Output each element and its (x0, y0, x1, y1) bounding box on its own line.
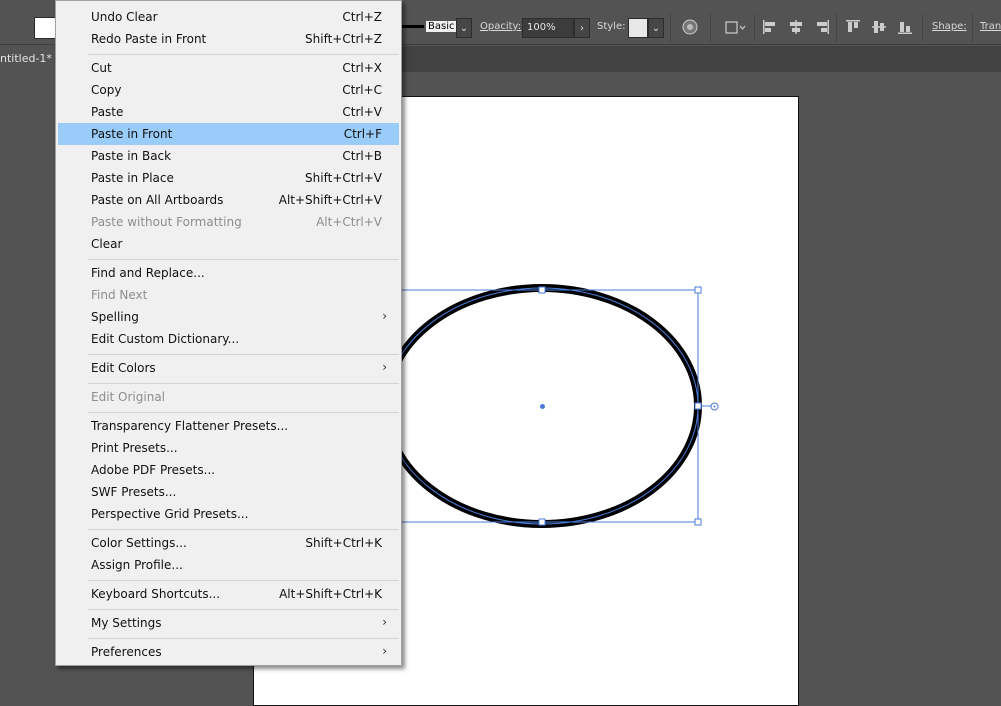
menu-item-label: Paste (91, 105, 124, 119)
submenu-chevron-right-icon: › (382, 309, 387, 323)
menu-item-label: Print Presets... (91, 441, 178, 455)
center-point (540, 404, 545, 409)
menu-item-paste-in-place[interactable]: Paste in Place Shift+Ctrl+V (58, 167, 399, 189)
menu-item-swf-presets[interactable]: SWF Presets... (58, 481, 399, 503)
menu-item-shortcut: Shift+Ctrl+V (305, 171, 382, 185)
menu-item-label: Edit Original (91, 390, 166, 404)
menu-item-label: Paste on All Artboards (91, 193, 224, 207)
menu-item-spelling[interactable]: Spelling › (58, 306, 399, 328)
menu-item-shortcut: Alt+Shift+Ctrl+V (278, 193, 382, 207)
menu-item-shortcut: Ctrl+B (342, 149, 382, 163)
menu-item-perspective-grid-presets[interactable]: Perspective Grid Presets... (58, 503, 399, 525)
menu-item-shortcut: Ctrl+V (342, 105, 382, 119)
submenu-chevron-right-icon: › (382, 644, 387, 658)
menu-item-cut[interactable]: Cut Ctrl+X (58, 57, 399, 79)
menu-item-shortcut: Ctrl+F (343, 127, 382, 141)
menu-item-shortcut: Ctrl+X (342, 61, 382, 75)
menu-item-find-and-replace[interactable]: Find and Replace... (58, 262, 399, 284)
menu-item-label: Find Next (91, 288, 148, 302)
menu-item-label: Paste in Place (91, 171, 174, 185)
menu-item-edit-original[interactable]: Edit Original (58, 386, 399, 408)
menu-item-label: Color Settings... (91, 536, 187, 550)
menu-item-label: Undo Clear (91, 10, 158, 24)
bottom-right-handle[interactable] (694, 518, 702, 526)
bottom-center-handle[interactable] (538, 518, 546, 526)
top-right-handle[interactable] (694, 286, 702, 294)
menu-item-preferences[interactable]: Preferences › (58, 641, 399, 663)
menu-item-label: Transparency Flattener Presets... (91, 419, 289, 433)
menu-item-assign-profile[interactable]: Assign Profile... (58, 554, 399, 576)
menu-item-label: Clear (91, 237, 123, 251)
menu-item-edit-custom-dictionary[interactable]: Edit Custom Dictionary... (58, 328, 399, 350)
menu-separator (88, 259, 399, 260)
menu-item-label: Copy (91, 83, 122, 97)
menu-item-my-settings[interactable]: My Settings › (58, 612, 399, 634)
menu-item-label: SWF Presets... (91, 485, 177, 499)
menu-item-find-next[interactable]: Find Next (58, 284, 399, 306)
menu-item-copy[interactable]: Copy Ctrl+C (58, 79, 399, 101)
menu-separator (88, 383, 399, 384)
menu-item-shortcut: Ctrl+C (342, 83, 382, 97)
menu-separator (88, 54, 399, 55)
menu-item-paste[interactable]: Paste Ctrl+V (58, 101, 399, 123)
menu-item-keyboard-shortcuts[interactable]: Keyboard Shortcuts... Alt+Shift+Ctrl+K (58, 583, 399, 605)
menu-item-label: My Settings (91, 616, 162, 630)
menu-item-label: Edit Custom Dictionary... (91, 332, 240, 346)
menu-item-shortcut: Alt+Shift+Ctrl+K (279, 587, 382, 601)
menu-item-label: Keyboard Shortcuts... (91, 587, 221, 601)
submenu-chevron-right-icon: › (382, 360, 387, 374)
menu-separator (88, 529, 399, 530)
submenu-chevron-right-icon: › (382, 615, 387, 629)
pie-widget-dot (713, 405, 716, 408)
menu-item-paste-in-back[interactable]: Paste in Back Ctrl+B (58, 145, 399, 167)
menu-item-shortcut: Shift+Ctrl+K (305, 536, 382, 550)
menu-item-label: Adobe PDF Presets... (91, 463, 216, 477)
menu-item-print-presets[interactable]: Print Presets... (58, 437, 399, 459)
menu-item-paste-without-formatting[interactable]: Paste without Formatting Alt+Ctrl+V (58, 211, 399, 233)
menu-item-label: Paste in Back (91, 149, 172, 163)
menu-separator (88, 580, 399, 581)
menu-item-paste-on-all-artboards[interactable]: Paste on All Artboards Alt+Shift+Ctrl+V (58, 189, 399, 211)
menu-item-adobe-pdf-presets[interactable]: Adobe PDF Presets... (58, 459, 399, 481)
menu-item-undo-clear[interactable]: Undo Clear Ctrl+Z (58, 6, 399, 28)
menu-separator (88, 354, 399, 355)
top-center-handle[interactable] (538, 286, 546, 294)
menu-item-clear[interactable]: Clear (58, 233, 399, 255)
menu-item-label: Spelling (91, 310, 139, 324)
menu-item-label: Assign Profile... (91, 558, 183, 572)
menu-separator (88, 609, 399, 610)
menu-item-edit-colors[interactable]: Edit Colors › (58, 357, 399, 379)
menu-item-color-settings[interactable]: Color Settings... Shift+Ctrl+K (58, 532, 399, 554)
middle-right-handle[interactable] (694, 402, 702, 410)
edit-menu: Undo Clear Ctrl+Z Redo Paste in Front Sh… (55, 0, 402, 666)
menu-item-transparency-flattener-presets[interactable]: Transparency Flattener Presets... (58, 415, 399, 437)
menu-item-label: Find and Replace... (91, 266, 205, 280)
menu-separator (88, 638, 399, 639)
menu-item-shortcut: Ctrl+Z (342, 10, 382, 24)
menu-item-shortcut: Alt+Ctrl+V (316, 215, 382, 229)
menu-item-label: Edit Colors (91, 361, 156, 375)
menu-item-label: Paste in Front (91, 127, 173, 141)
menu-item-paste-in-front[interactable]: Paste in Front Ctrl+F (58, 123, 399, 145)
menu-separator (88, 412, 399, 413)
menu-item-shortcut: Shift+Ctrl+Z (305, 32, 382, 46)
menu-item-label: Paste without Formatting (91, 215, 242, 229)
menu-item-label: Preferences (91, 645, 162, 659)
menu-item-redo-paste-in-front[interactable]: Redo Paste in Front Shift+Ctrl+Z (58, 28, 399, 50)
menu-item-label: Redo Paste in Front (91, 32, 207, 46)
menu-item-label: Perspective Grid Presets... (91, 507, 249, 521)
menu-item-label: Cut (91, 61, 112, 75)
